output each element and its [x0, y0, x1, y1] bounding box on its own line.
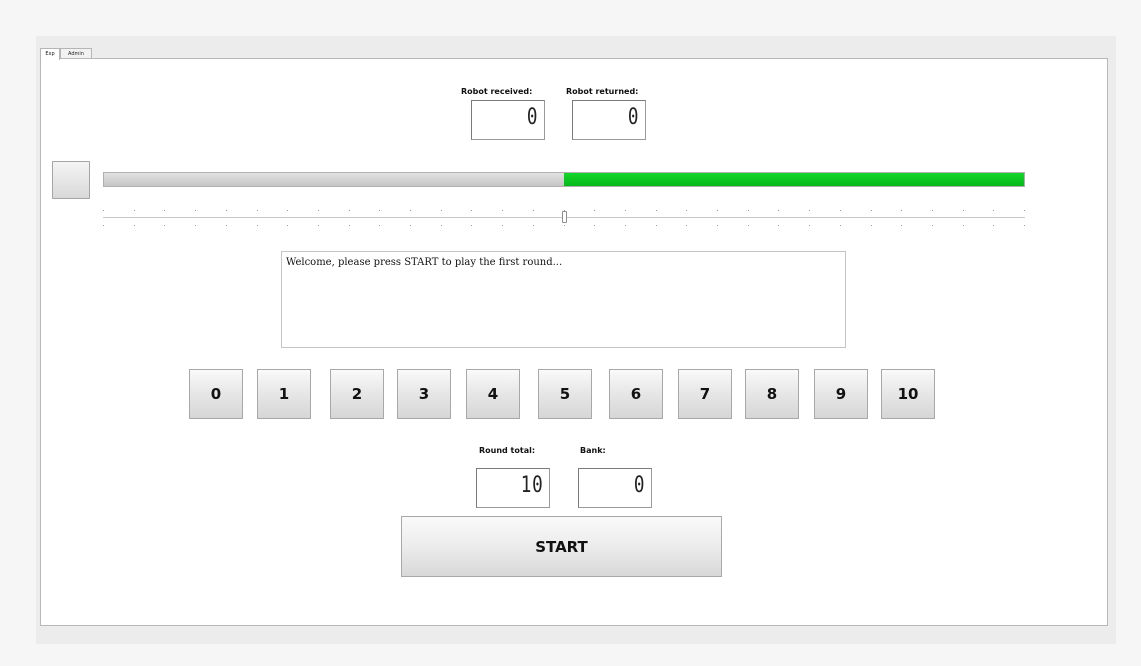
- slider-tick: [349, 225, 350, 226]
- slider-tick: [901, 225, 902, 226]
- slider-tick: [502, 225, 503, 226]
- slider-tick: [871, 225, 872, 226]
- robot-returned-display: 0: [572, 100, 646, 140]
- slider-tick: [686, 210, 687, 211]
- slider-tick: [164, 225, 165, 226]
- slider-tick: [625, 210, 626, 211]
- slider-tick: [502, 210, 503, 211]
- number-button-1[interactable]: 1: [257, 369, 311, 419]
- robot-returned-label: Robot returned:: [566, 87, 639, 96]
- number-button-8[interactable]: 8: [745, 369, 799, 419]
- slider-tick: [963, 225, 964, 226]
- message-box: Welcome, please press START to play the …: [281, 251, 846, 348]
- round-total-label: Round total:: [479, 446, 536, 455]
- slider-tick: [318, 225, 319, 226]
- slider-tick: [441, 225, 442, 226]
- robot-received-value: 0: [526, 105, 538, 130]
- slider-tick: [932, 225, 933, 226]
- slider-tick: [963, 210, 964, 211]
- slider-tick: [748, 225, 749, 226]
- start-button[interactable]: START: [401, 516, 722, 577]
- slider-tick: [533, 210, 534, 211]
- exp-panel: Robot received: Robot returned: 0 0 Welc…: [40, 58, 1108, 626]
- number-button-4[interactable]: 4: [466, 369, 520, 419]
- slider-tick: [932, 210, 933, 211]
- slider-tick: [993, 210, 994, 211]
- slider-tick: [441, 210, 442, 211]
- slider-tick: [379, 210, 380, 211]
- slider-tick: [778, 210, 779, 211]
- slider-tick: [748, 210, 749, 211]
- slider-tick: [195, 225, 196, 226]
- slider-tick: [656, 210, 657, 211]
- slider-tick: [717, 210, 718, 211]
- slider-handle[interactable]: [562, 211, 567, 223]
- number-button-6[interactable]: 6: [609, 369, 663, 419]
- slider-tick: [656, 225, 657, 226]
- robot-returned-value: 0: [627, 105, 639, 130]
- robot-received-label: Robot received:: [461, 87, 533, 96]
- progress-bar: [103, 172, 1025, 187]
- slider-tick: [993, 225, 994, 226]
- slider-tick: [257, 225, 258, 226]
- tab-exp[interactable]: Exp: [40, 48, 60, 60]
- round-total-value: 10: [520, 473, 543, 498]
- slider-tick: [134, 210, 135, 211]
- slider-tick: [471, 210, 472, 211]
- slider-tick: [257, 210, 258, 211]
- slider-tick: [226, 225, 227, 226]
- slider-tick: [564, 225, 565, 226]
- slider-tick: [103, 210, 104, 211]
- slider-tick: [195, 210, 196, 211]
- slider-tick: [717, 225, 718, 226]
- slider-tick: [226, 210, 227, 211]
- slider-tick: [594, 225, 595, 226]
- slider-tick: [379, 225, 380, 226]
- slider-tick: [871, 210, 872, 211]
- slider-tick: [164, 210, 165, 211]
- slider-tick: [471, 225, 472, 226]
- slider-tick: [410, 225, 411, 226]
- slider-tick: [625, 225, 626, 226]
- slider-tick: [533, 225, 534, 226]
- number-button-10[interactable]: 10: [881, 369, 935, 419]
- slider-tick: [103, 225, 104, 226]
- round-total-display: 10: [476, 468, 550, 508]
- app-window: Exp Admin Robot received: Robot returned…: [36, 36, 1116, 644]
- slider-tick: [318, 210, 319, 211]
- slider-tick: [901, 210, 902, 211]
- side-button[interactable]: [52, 161, 90, 199]
- slider-tick: [778, 225, 779, 226]
- slider-tick: [809, 210, 810, 211]
- slider-tick: [809, 225, 810, 226]
- slider-tick: [349, 210, 350, 211]
- robot-received-display: 0: [471, 100, 545, 140]
- number-button-0[interactable]: 0: [189, 369, 243, 419]
- bank-display: 0: [578, 468, 652, 508]
- offer-slider[interactable]: [103, 207, 1025, 229]
- slider-tick: [840, 210, 841, 211]
- bank-label: Bank:: [580, 446, 606, 455]
- number-button-7[interactable]: 7: [678, 369, 732, 419]
- slider-tick: [1024, 210, 1025, 211]
- number-button-2[interactable]: 2: [330, 369, 384, 419]
- number-button-9[interactable]: 9: [814, 369, 868, 419]
- slider-tick: [686, 225, 687, 226]
- number-button-3[interactable]: 3: [397, 369, 451, 419]
- number-button-5[interactable]: 5: [538, 369, 592, 419]
- slider-tick: [134, 225, 135, 226]
- bank-value: 0: [633, 473, 645, 498]
- progress-fill: [564, 173, 1024, 186]
- slider-tick: [287, 210, 288, 211]
- slider-tick: [840, 225, 841, 226]
- slider-tick: [1024, 225, 1025, 226]
- slider-tick: [287, 225, 288, 226]
- slider-tick: [594, 210, 595, 211]
- slider-tick: [410, 210, 411, 211]
